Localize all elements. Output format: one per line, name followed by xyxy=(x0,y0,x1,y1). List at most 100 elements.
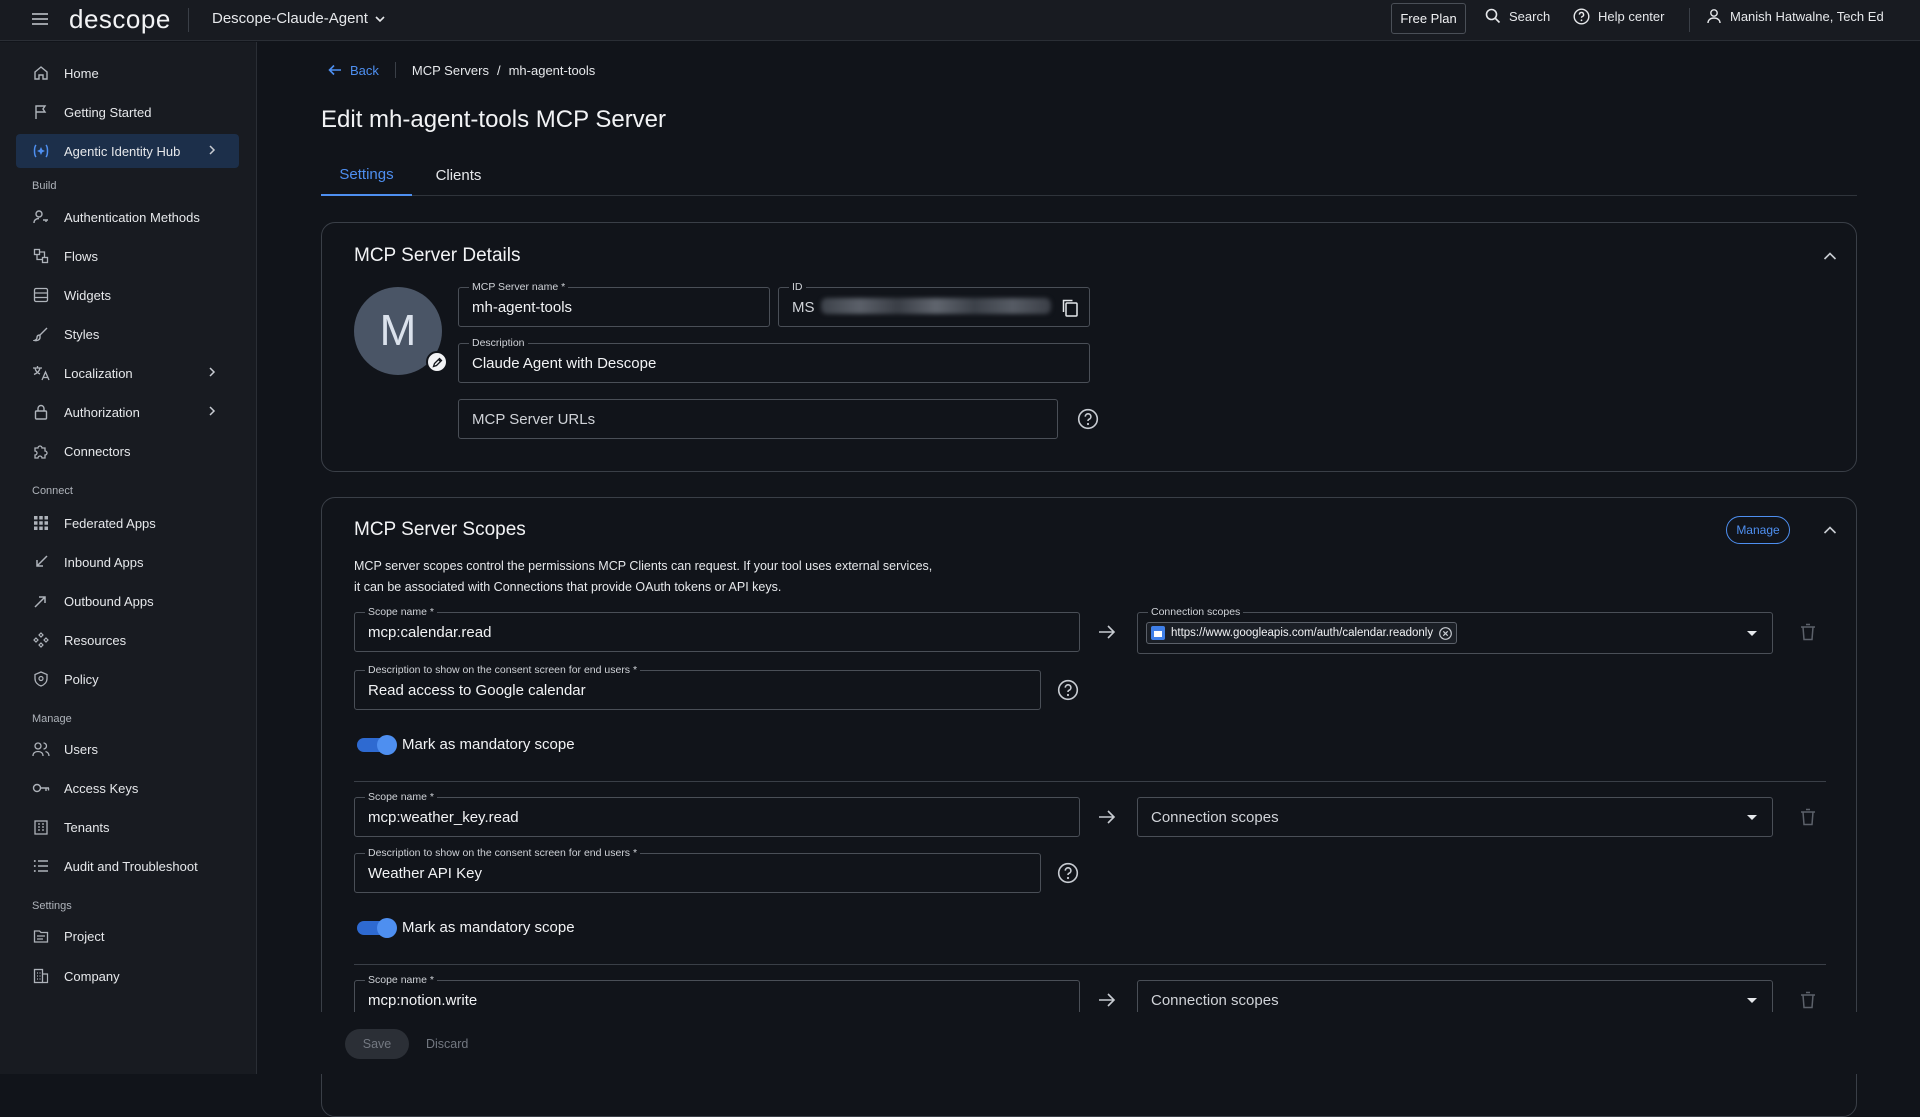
copy-icon[interactable] xyxy=(1061,298,1079,318)
field-label: Connection scopes xyxy=(1148,606,1244,618)
sidebar-item-flows[interactable]: Flows xyxy=(16,239,239,273)
connection-scopes-select[interactable]: Connection scopes xyxy=(1137,797,1773,837)
chevron-right-icon xyxy=(207,366,217,378)
id-field[interactable]: ID MS xyxy=(778,281,1090,327)
sidebar-item-label: Audit and Troubleshoot xyxy=(64,858,198,874)
help-icon[interactable] xyxy=(1077,408,1099,430)
manage-button[interactable]: Manage xyxy=(1726,516,1790,544)
sidebar-item-access-keys[interactable]: Access Keys xyxy=(16,771,239,805)
sidebar-item-label: Policy xyxy=(64,671,99,687)
remove-chip-icon[interactable] xyxy=(1439,626,1453,640)
discard-button[interactable]: Discard xyxy=(426,1029,468,1059)
mcp-server-name-field[interactable]: MCP Server name * mh-agent-tools xyxy=(458,281,770,327)
help-center-button[interactable]: Help center xyxy=(1573,8,1664,25)
search-button[interactable]: Search xyxy=(1485,8,1550,24)
sidebar-item-label: Agentic Identity Hub xyxy=(64,143,181,159)
translate-icon xyxy=(32,364,50,382)
list-icon xyxy=(32,857,50,875)
edit-avatar-button[interactable] xyxy=(426,351,448,373)
consent-description-field[interactable]: Description to show on the consent scree… xyxy=(354,664,1041,710)
sidebar-item-agentic-identity-hub[interactable]: Agentic Identity Hub xyxy=(16,134,239,168)
arrow-right-icon xyxy=(1098,624,1116,640)
save-button[interactable]: Save xyxy=(345,1029,409,1059)
sidebar-item-tenants[interactable]: Tenants xyxy=(16,810,239,844)
sidebar-item-project[interactable]: Project xyxy=(16,919,239,953)
mcp-server-urls-field[interactable]: MCP Server URLs xyxy=(458,399,1058,439)
sidebar-item-authentication-methods[interactable]: Authentication Methods xyxy=(16,200,239,234)
connection-scope-chip[interactable]: https://www.googleapis.com/auth/calendar… xyxy=(1146,622,1458,644)
field-value: mcp:weather_key.read xyxy=(368,808,519,826)
details-title: MCP Server Details xyxy=(354,245,521,266)
field-value: MS xyxy=(792,298,815,316)
trash-icon[interactable] xyxy=(1800,623,1816,641)
help-icon[interactable] xyxy=(1057,862,1079,884)
sidebar-item-policy[interactable]: Policy xyxy=(16,662,239,696)
sidebar-item-resources[interactable]: Resources xyxy=(16,623,239,657)
pencil-icon xyxy=(431,357,443,368)
scope-name-field[interactable]: Scope name * mcp:weather_key.read xyxy=(354,791,1080,837)
project-selector[interactable]: Descope-Claude-Agent xyxy=(212,10,386,27)
sidebar-item-users[interactable]: Users xyxy=(16,732,239,766)
help-icon xyxy=(1573,8,1590,25)
widgets-icon xyxy=(32,286,50,304)
redacted-id xyxy=(821,298,1051,314)
help-label: Help center xyxy=(1598,9,1665,24)
sidebar-item-getting-started[interactable]: Getting Started xyxy=(16,95,239,129)
sidebar-item-home[interactable]: Home xyxy=(16,56,239,90)
sidebar-item-label: Tenants xyxy=(64,819,110,835)
page-title: Edit mh-agent-tools MCP Server xyxy=(321,106,667,133)
tab-clients[interactable]: Clients xyxy=(413,154,504,196)
sidebar-item-outbound-apps[interactable]: Outbound Apps xyxy=(16,584,239,618)
trash-icon[interactable] xyxy=(1800,808,1816,826)
sidebar-item-widgets[interactable]: Widgets xyxy=(16,278,239,312)
chevron-up-icon[interactable] xyxy=(1823,251,1837,261)
sidebar-item-audit[interactable]: Audit and Troubleshoot xyxy=(16,849,239,883)
sidebar-item-company[interactable]: Company xyxy=(16,959,239,993)
sidebar-item-label: Widgets xyxy=(64,287,111,303)
back-label: Back xyxy=(350,62,379,78)
scopes-description-line: MCP server scopes control the permission… xyxy=(354,559,933,573)
sidebar-item-authorization[interactable]: Authorization xyxy=(16,395,239,429)
connection-scopes-select[interactable]: Connection scopes https://www.googleapis… xyxy=(1137,606,1773,654)
sidebar-item-federated-apps[interactable]: Federated Apps xyxy=(16,506,239,540)
sidebar-section-manage: Manage xyxy=(32,713,72,725)
user-menu[interactable]: Manish Hatwalne, Tech Ed xyxy=(1706,8,1884,24)
user-key-icon xyxy=(32,208,50,226)
sidebar-item-connectors[interactable]: Connectors xyxy=(16,434,239,468)
field-value: mcp:calendar.read xyxy=(368,623,492,641)
scopes-title: MCP Server Scopes xyxy=(354,519,526,540)
dropdown-caret-icon xyxy=(1746,630,1758,637)
arrow-right-icon xyxy=(1098,992,1116,1008)
chevron-up-icon[interactable] xyxy=(1823,525,1837,535)
grid-icon xyxy=(32,514,50,532)
folder-icon xyxy=(32,927,50,945)
field-placeholder: Connection scopes xyxy=(1151,808,1279,826)
sidebar-item-localization[interactable]: Localization xyxy=(16,356,239,390)
google-calendar-icon xyxy=(1151,626,1165,640)
back-link[interactable]: Back xyxy=(328,63,379,78)
scope-name-field[interactable]: Scope name * mcp:calendar.read xyxy=(354,606,1080,652)
help-icon[interactable] xyxy=(1057,679,1079,701)
scope-divider xyxy=(354,781,1826,782)
tab-settings[interactable]: Settings xyxy=(321,154,412,196)
field-value: mh-agent-tools xyxy=(472,298,573,316)
sidebar-item-styles[interactable]: Styles xyxy=(16,317,239,351)
sidebar-item-inbound-apps[interactable]: Inbound Apps xyxy=(16,545,239,579)
sidebar: Home Getting Started Agentic Identity Hu… xyxy=(0,42,257,1074)
mandatory-scope-toggle[interactable] xyxy=(357,735,397,755)
sidebar-item-label: Connectors xyxy=(64,443,131,459)
mandatory-scope-toggle[interactable] xyxy=(357,918,397,938)
menu-icon[interactable] xyxy=(31,10,49,28)
sidebar-item-label: Styles xyxy=(64,326,100,342)
consent-description-field[interactable]: Description to show on the consent scree… xyxy=(354,847,1041,893)
breadcrumb-parent[interactable]: MCP Servers xyxy=(412,63,489,78)
tab-bar: Settings Clients xyxy=(321,154,1857,196)
trash-icon[interactable] xyxy=(1800,991,1816,1009)
descope-logo[interactable]: descope xyxy=(69,4,171,35)
description-field[interactable]: Description Claude Agent with Descope xyxy=(458,337,1090,383)
project-name: Descope-Claude-Agent xyxy=(212,10,368,27)
free-plan-button[interactable]: Free Plan xyxy=(1391,3,1466,34)
user-icon xyxy=(1706,8,1722,24)
sidebar-item-label: Authorization xyxy=(64,404,140,420)
form-footer: Save Discard xyxy=(258,1012,1920,1074)
